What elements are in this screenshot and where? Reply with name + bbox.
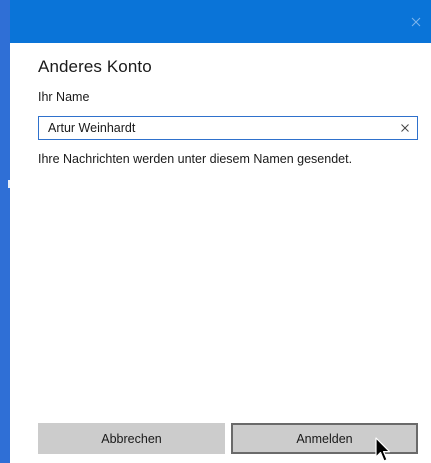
dialog-heading: Anderes Konto <box>38 57 152 76</box>
edge-marker <box>8 180 10 188</box>
cancel-button[interactable]: Abbrechen <box>38 423 225 454</box>
clear-input-button[interactable] <box>397 120 413 136</box>
name-field-label: Ihr Name <box>38 90 90 104</box>
name-input[interactable] <box>48 117 388 139</box>
sign-in-dialog: Anderes Konto Ihr Name Ihre Nachrichten … <box>0 0 431 463</box>
close-icon <box>411 17 421 26</box>
name-field[interactable] <box>38 116 418 140</box>
cancel-button-label: Abbrechen <box>101 431 162 446</box>
sign-in-button-label: Anmelden <box>296 431 353 446</box>
window-close-button[interactable] <box>401 0 431 43</box>
sign-in-button[interactable]: Anmelden <box>231 423 418 454</box>
background-window-edge <box>0 0 10 463</box>
name-info-text: Ihre Nachrichten werden unter diesem Nam… <box>38 152 353 166</box>
clear-icon <box>401 124 409 132</box>
dialog-titlebar <box>10 0 431 43</box>
